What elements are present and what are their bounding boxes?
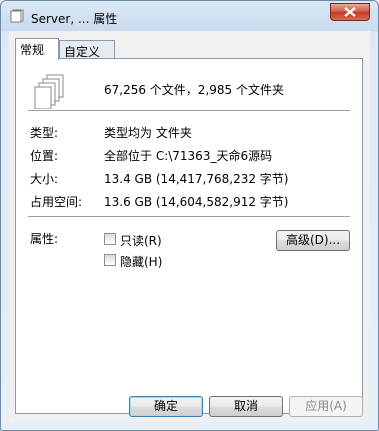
- attributes-label: 属性:: [30, 232, 59, 246]
- hidden-checkbox[interactable]: [104, 254, 116, 266]
- ok-button[interactable]: 确定: [129, 396, 203, 417]
- divider: [28, 216, 350, 217]
- size-label: 大小:: [30, 172, 59, 186]
- tab-general[interactable]: 常规: [15, 38, 59, 60]
- properties-dialog: Server, ... 属性 常规 自定义 67,256 个文件，2,985 个…: [0, 0, 379, 431]
- readonly-label[interactable]: 只读(R): [120, 232, 162, 249]
- multiple-files-icon: [34, 74, 64, 109]
- hidden-label[interactable]: 隐藏(H): [120, 253, 162, 270]
- type-label: 类型:: [30, 126, 59, 140]
- size-value: 13.4 GB (14,417,768,232 字节): [104, 172, 289, 186]
- folders-icon: [10, 9, 24, 23]
- close-icon: [344, 7, 356, 17]
- tab-custom[interactable]: 自定义: [59, 40, 115, 59]
- divider: [28, 110, 350, 111]
- readonly-checkbox[interactable]: [104, 233, 116, 245]
- advanced-button[interactable]: 高级(D)...: [276, 230, 350, 251]
- location-value: 全部位于 C:\71363_天命6源码: [104, 149, 273, 163]
- size-on-disk-label: 占用空间:: [30, 195, 83, 209]
- size-on-disk-value: 13.6 GB (14,604,582,912 字节): [104, 195, 289, 209]
- type-value: 类型均为 文件夹: [104, 126, 192, 140]
- close-button[interactable]: [330, 3, 370, 21]
- window-title: Server, ... 属性: [31, 12, 118, 26]
- dialog-client: 常规 自定义 67,256 个文件，2,985 个文件夹 类型: 类型均为 文件…: [9, 31, 370, 422]
- location-label: 位置:: [30, 149, 59, 163]
- cancel-button[interactable]: 取消: [209, 396, 283, 417]
- selection-summary: 67,256 个文件，2,985 个文件夹: [104, 83, 284, 97]
- general-panel: 67,256 个文件，2,985 个文件夹 类型: 类型均为 文件夹 位置: 全…: [15, 58, 363, 414]
- apply-button[interactable]: 应用(A): [289, 396, 363, 417]
